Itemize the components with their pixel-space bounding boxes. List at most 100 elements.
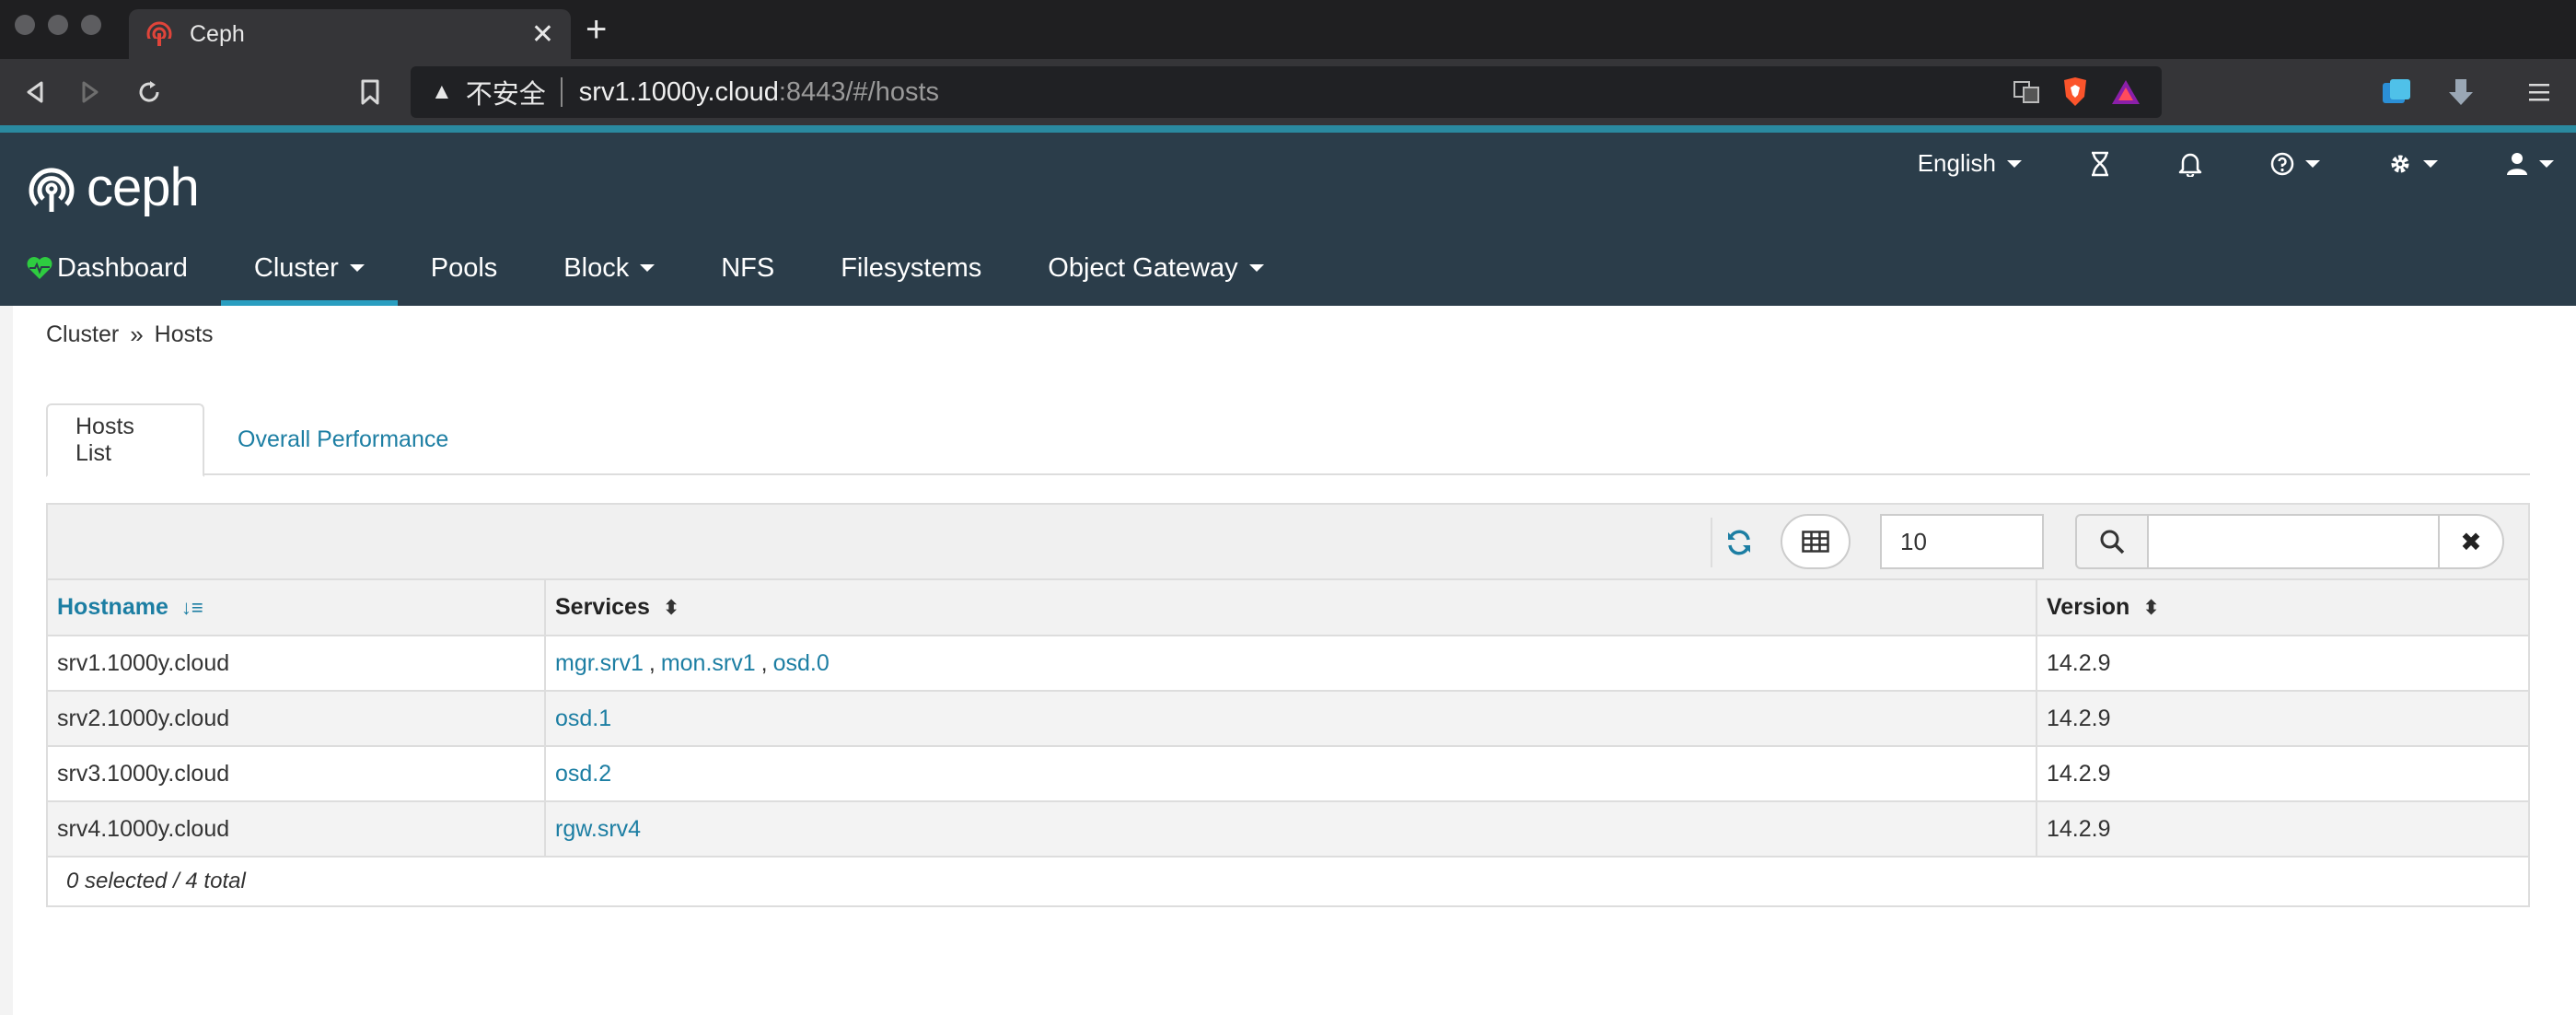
services-cell: rgw.srv4 [545, 801, 2037, 858]
search-button[interactable] [2075, 514, 2149, 569]
clear-search-button[interactable]: ✖ [2440, 514, 2504, 569]
close-window-button[interactable] [15, 15, 35, 35]
nav-object-gateway[interactable]: Object Gateway [1015, 230, 1296, 306]
close-icon: ✖ [2460, 527, 2482, 556]
hosts-table: 10 ✖ Hostname ↓≡ Services ⬍ Version ⬍ sr… [46, 503, 2530, 907]
help-icon [2270, 152, 2294, 175]
sort-icon: ⬍ [662, 596, 680, 619]
maximize-window-button[interactable] [81, 15, 101, 35]
service-link[interactable]: osd.1 [555, 706, 611, 731]
ceph-favicon-icon [145, 21, 173, 48]
column-header-hostname[interactable]: Hostname ↓≡ [48, 580, 546, 636]
services-cell: mgr.srv1, mon.srv1, osd.0 [545, 636, 2037, 692]
main-navigation: Dashboard Cluster Pools Block NFS Filesy… [0, 230, 1297, 306]
ceph-logo-icon [29, 167, 75, 212]
logo-text: ceph [87, 158, 200, 217]
heart-pulse-icon [27, 257, 52, 279]
column-header-services[interactable]: Services ⬍ [545, 580, 2037, 636]
new-tab-button[interactable]: + [586, 11, 607, 48]
refresh-icon [1728, 530, 1750, 555]
ceph-logo[interactable]: ceph [26, 157, 200, 218]
services-cell: osd.2 [545, 746, 2037, 802]
version-cell: 14.2.9 [2036, 691, 2528, 747]
breadcrumb-hosts: Hosts [154, 321, 214, 347]
hostname-cell: srv2.1000y.cloud [48, 691, 546, 747]
warning-icon: ▲ [431, 79, 453, 104]
service-link[interactable]: osd.2 [555, 761, 611, 787]
nav-dashboard[interactable]: Dashboard [0, 230, 221, 306]
service-link[interactable]: mon.srv1 [661, 650, 756, 676]
download-icon[interactable] [2445, 77, 2477, 109]
service-link[interactable]: mgr.srv1 [555, 650, 644, 676]
address-bar[interactable]: ▲ 不安全 srv1.1000y.cloud :8443/#/hosts [411, 66, 2162, 118]
nav-block-label: Block [563, 252, 630, 283]
nav-pools[interactable]: Pools [398, 230, 531, 306]
table-footer-count: 0 selected / 4 total [66, 869, 246, 893]
tab-hosts-list[interactable]: Hosts List [46, 403, 204, 477]
extension-translate-icon[interactable] [2381, 77, 2412, 109]
table-row[interactable]: srv4.1000y.cloud rgw.srv4 14.2.9 [48, 801, 2528, 858]
settings-menu[interactable] [2388, 152, 2438, 176]
browser-tabbar: Ceph ✕ + [0, 0, 2576, 59]
address-bar-icons [2013, 76, 2141, 108]
nav-filesystems[interactable]: Filesystems [807, 230, 1015, 306]
services-cell: osd.1 [545, 691, 2037, 747]
nav-pools-label: Pools [430, 252, 498, 283]
window-controls[interactable] [15, 15, 101, 35]
nav-nfs-label: NFS [721, 252, 775, 283]
brave-rewards-icon[interactable] [2110, 78, 2141, 106]
minimize-window-button[interactable] [48, 15, 68, 35]
task-manager-button[interactable] [2090, 151, 2110, 177]
search-icon [2100, 530, 2125, 554]
insecure-label: 不安全 [465, 80, 546, 110]
nav-cluster-label: Cluster [253, 252, 339, 283]
column-header-version[interactable]: Version ⬍ [2036, 580, 2528, 636]
service-link[interactable]: osd.0 [773, 650, 830, 676]
column-toggle-button[interactable] [1781, 514, 1851, 569]
service-link[interactable]: rgw.srv4 [555, 816, 641, 842]
table-header-row: Hostname ↓≡ Services ⬍ Version ⬍ [48, 580, 2528, 636]
browser-menu-icon[interactable] [2523, 76, 2556, 109]
bell-icon [2178, 153, 2202, 177]
nav-cluster[interactable]: Cluster [220, 230, 398, 306]
table-row[interactable]: srv3.1000y.cloud osd.2 14.2.9 [48, 746, 2528, 802]
browser-toolbar: ▲ 不安全 srv1.1000y.cloud :8443/#/hosts [0, 59, 2576, 125]
service-separator: , [648, 649, 656, 676]
breadcrumb-cluster[interactable]: Cluster [46, 321, 119, 348]
column-header-label: Version [2047, 594, 2130, 620]
translate-icon[interactable] [2013, 78, 2040, 106]
content-tabs: Hosts List Overall Performance [46, 403, 2530, 477]
reload-icon[interactable] [133, 76, 166, 109]
forward-icon[interactable] [74, 76, 107, 109]
url-path: :8443/#/hosts [778, 76, 940, 107]
chevron-down-icon [2539, 159, 2554, 168]
table-row[interactable]: srv1.1000y.cloud mgr.srv1, mon.srv1, osd.0… [48, 636, 2528, 692]
user-icon [2507, 152, 2527, 175]
chevron-down-icon [2007, 159, 2022, 168]
user-menu[interactable] [2506, 152, 2554, 176]
brave-shield-icon[interactable] [2060, 76, 2090, 108]
help-menu[interactable] [2270, 152, 2320, 176]
table-icon [1802, 531, 1829, 553]
language-selector[interactable]: English [1918, 149, 2022, 178]
column-header-label: Hostname [57, 594, 168, 620]
table-row[interactable]: srv2.1000y.cloud osd.1 14.2.9 [48, 691, 2528, 747]
chevron-down-icon [640, 264, 656, 272]
hosts-datatable: Hostname ↓≡ Services ⬍ Version ⬍ srv1.1000y… [48, 580, 2528, 858]
chevron-down-icon [349, 264, 365, 272]
close-tab-icon[interactable]: ✕ [531, 18, 554, 51]
utility-menu: English [1850, 149, 2554, 178]
bookmark-icon[interactable] [354, 76, 387, 109]
tab-overall-performance[interactable]: Overall Performance [210, 403, 476, 475]
hourglass-icon [2092, 151, 2108, 176]
search-input[interactable] [2149, 514, 2440, 569]
hostname-cell: srv4.1000y.cloud [48, 801, 546, 858]
browser-tab[interactable]: Ceph ✕ [129, 9, 571, 59]
notifications-button[interactable] [2178, 151, 2202, 177]
nav-nfs[interactable]: NFS [688, 230, 807, 306]
column-header-label: Services [555, 594, 650, 620]
page-size-input[interactable]: 10 [1880, 514, 2044, 569]
refresh-button[interactable] [1711, 518, 1766, 567]
nav-block[interactable]: Block [530, 230, 688, 306]
back-icon[interactable] [18, 76, 52, 109]
